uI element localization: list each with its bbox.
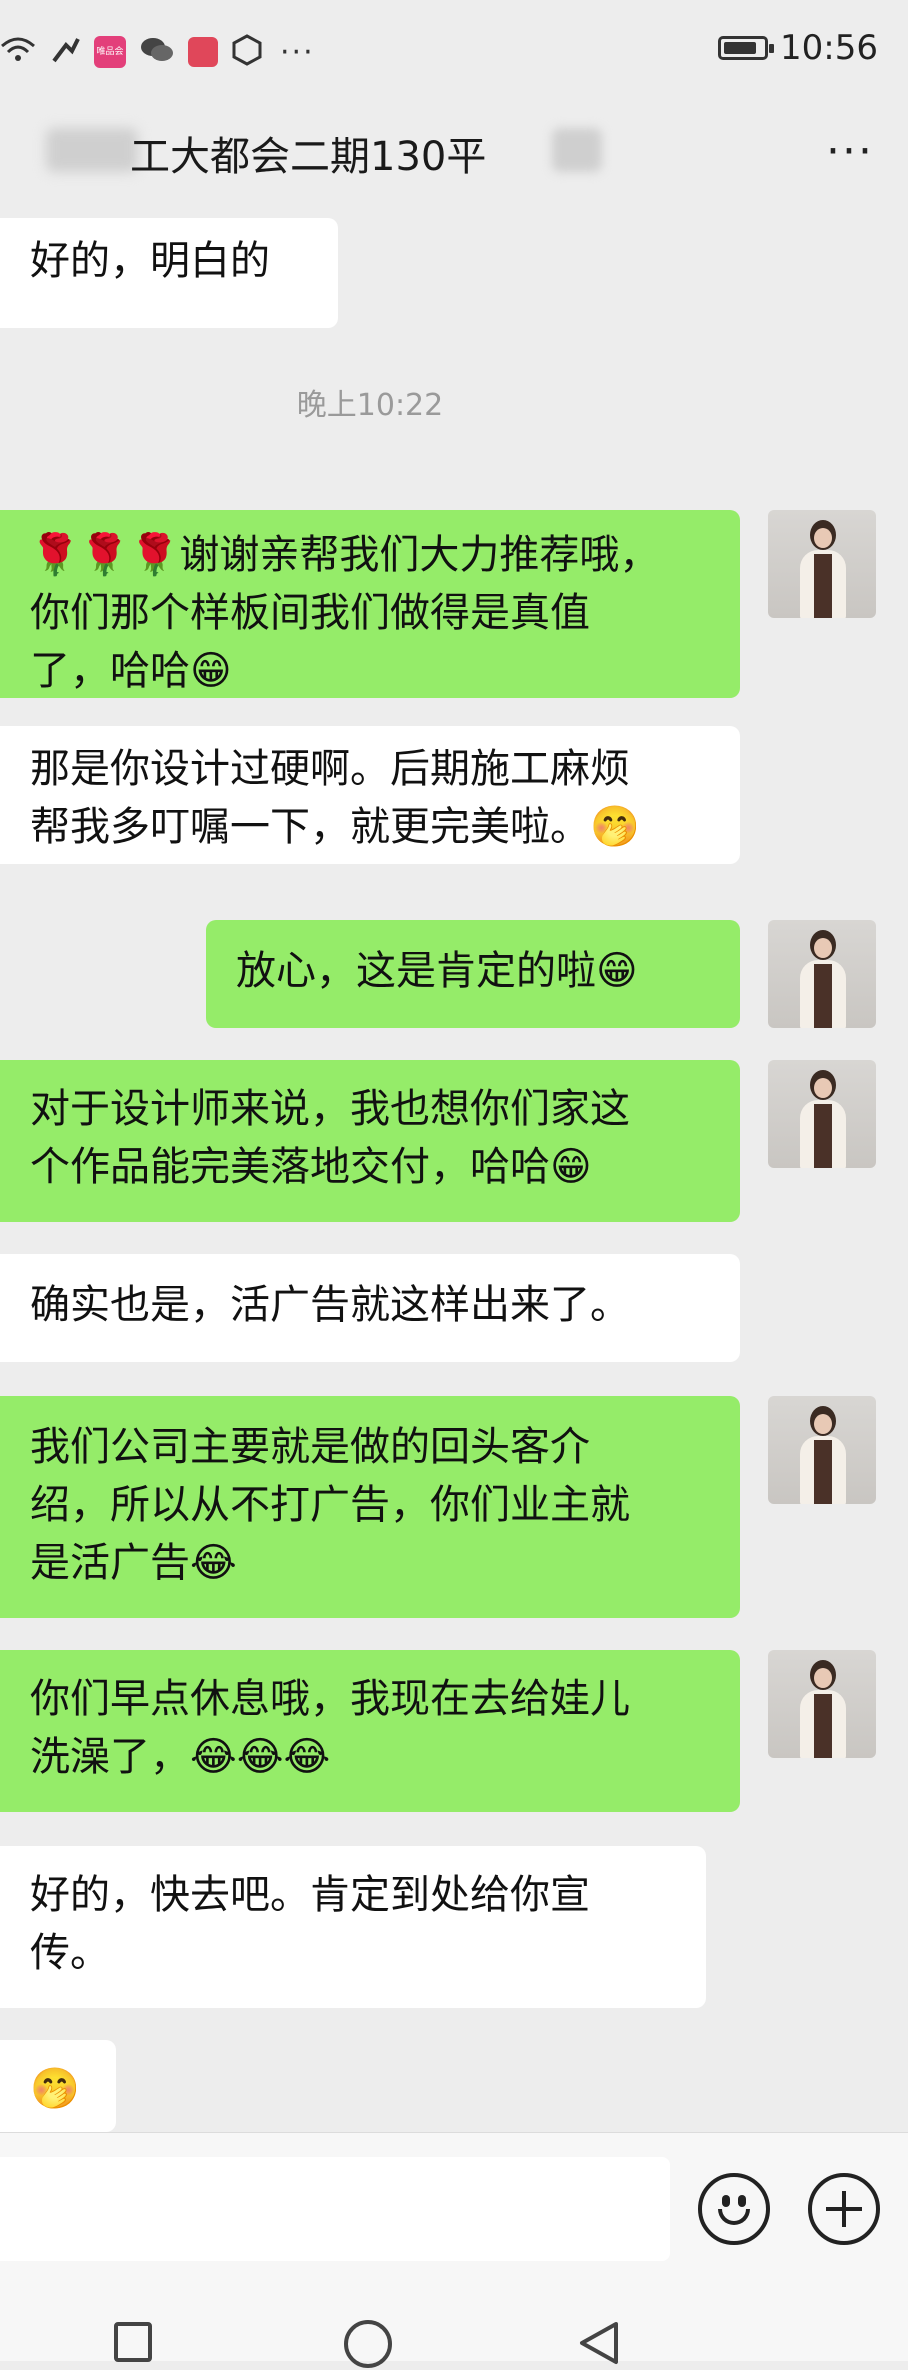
battery-icon <box>718 36 775 60</box>
input-bar <box>0 2132 908 2283</box>
plus-icon[interactable] <box>808 2173 880 2245</box>
message-outgoing[interactable]: 放心，这是肯定的啦😁 <box>206 920 740 1028</box>
avatar[interactable] <box>768 510 876 618</box>
chat-title: 工大都会二期130平 <box>130 134 487 180</box>
message-incoming[interactable]: 好的，明白的 <box>0 218 338 328</box>
red-app-icon <box>188 37 218 67</box>
status-clock: 10:56 <box>780 28 878 68</box>
message-incoming[interactable]: 确实也是，活广告就这样出来了。 <box>0 1254 740 1362</box>
avatar[interactable] <box>768 920 876 1028</box>
message-incoming[interactable]: 那是你设计过硬啊。后期施工麻烦 帮我多叮嘱一下，就更完美啦。🤭 <box>0 726 740 864</box>
hexagon-app-icon <box>232 34 262 70</box>
message-outgoing[interactable]: 🌹🌹🌹谢谢亲帮我们大力推荐哦， 你们那个样板间我们做得是真值 了，哈哈😁 <box>0 510 740 698</box>
signal-icon <box>50 35 80 69</box>
message-outgoing[interactable]: 我们公司主要就是做的回头客介 绍，所以从不打广告，你们业主就 是活广告😂 <box>0 1396 740 1618</box>
status-bar: 唯品会 ··· 10:56 <box>0 0 908 100</box>
chat-messages[interactable]: 晚上10:22 好的，明白的 🌹🌹🌹谢谢亲帮我们大力推荐哦， 你们那个样板间我们… <box>0 210 908 2132</box>
avatar[interactable] <box>768 1060 876 1168</box>
recent-apps-icon[interactable] <box>114 2322 152 2362</box>
message-outgoing[interactable]: 对于设计师来说，我也想你们家这 个作品能完美落地交付，哈哈😁 <box>0 1060 740 1222</box>
redacted-name-blur <box>46 128 138 172</box>
more-dots-icon: ··· <box>280 34 315 70</box>
system-nav-bar <box>0 2282 908 2368</box>
battery-fill <box>724 42 757 54</box>
message-outgoing[interactable]: 你们早点休息哦，我现在去给娃儿 洗澡了，😂😂😂 <box>0 1650 740 1812</box>
wechat-icon <box>140 36 174 68</box>
smiley-icon[interactable] <box>698 2173 770 2245</box>
message-timestamp: 晚上10:22 <box>296 388 444 423</box>
wifi-icon <box>0 36 36 68</box>
vipshop-app-icon: 唯品会 <box>94 36 126 68</box>
avatar[interactable] <box>768 1396 876 1504</box>
message-incoming[interactable]: 🤭 <box>0 2040 116 2132</box>
more-options-button[interactable]: ··· <box>826 126 874 177</box>
redacted-suffix-blur <box>552 128 602 172</box>
back-icon[interactable] <box>576 2320 620 2370</box>
message-input[interactable] <box>0 2157 670 2261</box>
avatar[interactable] <box>768 1650 876 1758</box>
message-incoming[interactable]: 好的，快去吧。肯定到处给你宣 传。 <box>0 1846 706 2008</box>
chat-header: 工大都会二期130平 ··· <box>0 100 908 210</box>
